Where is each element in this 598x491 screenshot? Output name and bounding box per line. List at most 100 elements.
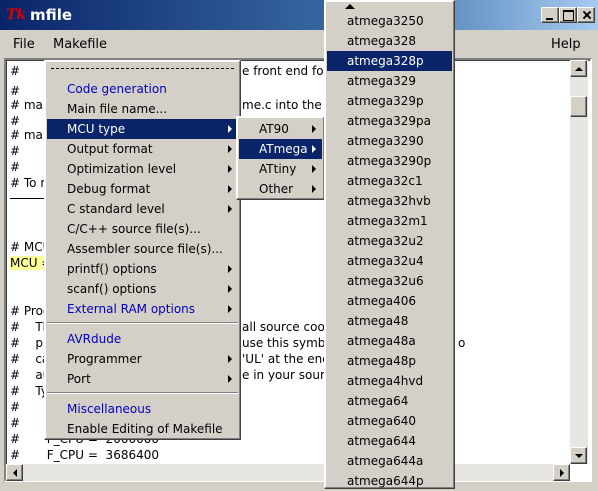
menu-item-atmega329[interactable]: atmega329 (327, 71, 452, 91)
menu-item-output-format[interactable]: Output format (47, 139, 238, 159)
menu-item-at90[interactable]: AT90 (239, 119, 322, 139)
menu-item-atmega644[interactable]: atmega644 (327, 431, 452, 451)
menu-item-atmega4hvd[interactable]: atmega4hvd (327, 371, 452, 391)
scroll-left-button[interactable] (6, 464, 23, 481)
submenu-arrow-icon (312, 125, 316, 133)
menu-item-atmega32hvb[interactable]: atmega32hvb (327, 191, 452, 211)
menu-makefile[interactable]: Makefile (53, 37, 107, 52)
menu-item-atmega32c1[interactable]: atmega32c1 (327, 171, 452, 191)
makefile-menu: Code generation Main file name... MCU ty… (44, 60, 241, 440)
menu-separator (47, 322, 238, 324)
menu-item-main-file-name[interactable]: Main file name... (47, 99, 238, 119)
menu-help-label: Help (551, 37, 581, 52)
menu-item-printf-options[interactable]: printf() options (47, 259, 238, 279)
menu-item-assembler-source-files[interactable]: Assembler source file(s)... (47, 239, 238, 259)
menu-file-label: File (13, 37, 35, 52)
code-line: # F_CPU = 3686400 (10, 448, 159, 462)
maximize-button[interactable] (559, 7, 577, 23)
submenu-arrow-icon (228, 185, 232, 193)
code-line: # Ty (10, 384, 48, 398)
menu-item-atmega[interactable]: ATmega (239, 139, 322, 159)
scroll-up-button[interactable] (570, 60, 587, 77)
arrow-up-icon (575, 63, 583, 71)
atmega-submenu: atmega3250 atmega328 atmega328p atmega329 at… (324, 0, 455, 489)
submenu-arrow-icon (228, 145, 232, 153)
code-fragment: o (458, 336, 466, 350)
vertical-scrollbar[interactable] (570, 60, 588, 464)
window-title: mfile (30, 6, 73, 24)
close-button[interactable] (577, 7, 595, 23)
title-bar (0, 0, 598, 30)
menu-item-atmega32m1[interactable]: atmega32m1 (327, 211, 452, 231)
menu-item-atmega328p[interactable]: atmega328p (327, 51, 452, 71)
menu-item-atmega3290[interactable]: atmega3290 (327, 131, 452, 151)
menu-item-atmega644a[interactable]: atmega644a (327, 451, 452, 471)
menu-item-optimization-level[interactable]: Optimization level (47, 159, 238, 179)
minimize-button[interactable] (541, 7, 559, 23)
horizontal-scrollbar[interactable] (6, 464, 570, 481)
menu-item-port[interactable]: Port (47, 369, 238, 389)
submenu-arrow-icon (228, 125, 232, 133)
menu-item-programmer[interactable]: Programmer (47, 349, 238, 369)
code-fragment: e in your sourc (242, 368, 332, 382)
scroll-right-button[interactable] (553, 464, 570, 481)
menu-item-atmega48[interactable]: atmega48 (327, 311, 452, 331)
submenu-arrow-icon (312, 165, 316, 173)
menu-item-atmega329pa[interactable]: atmega329pa (327, 111, 452, 131)
menu-item-code-generation[interactable]: Code generation (47, 79, 238, 99)
menu-item-atmega64[interactable]: atmega64 (327, 391, 452, 411)
code-line: # (10, 144, 21, 158)
menu-item-miscellaneous[interactable]: Miscellaneous (47, 399, 238, 419)
submenu-arrow-icon (312, 145, 316, 153)
menu-file[interactable]: File (13, 37, 35, 52)
code-fragment: all source coo (242, 320, 325, 334)
tearoff-line[interactable] (51, 68, 234, 69)
menu-item-other[interactable]: Other (239, 179, 322, 199)
code-fragment: 'UL' at the end (242, 352, 330, 366)
menu-item-atmega329p[interactable]: atmega329p (327, 91, 452, 111)
menu-help[interactable]: Help (551, 37, 581, 52)
menu-item-c-source-files[interactable]: C/C++ source file(s)... (47, 219, 238, 239)
code-line: # (10, 114, 21, 128)
menu-item-atmega406[interactable]: atmega406 (327, 291, 452, 311)
submenu-arrow-icon (228, 205, 232, 213)
submenu-arrow-icon (228, 165, 232, 173)
menu-makefile-label: Makefile (53, 37, 108, 52)
menu-item-atmega644p[interactable]: atmega644p (327, 471, 452, 491)
menu-item-scanf-options[interactable]: scanf() options (47, 279, 238, 299)
submenu-arrow-icon (228, 265, 232, 273)
mcu-type-submenu: AT90 ATmega ATtiny Other (236, 116, 325, 200)
arrow-right-icon (560, 469, 568, 477)
submenu-arrow-icon (228, 305, 232, 313)
menu-item-c-standard-level[interactable]: C standard level (47, 199, 238, 219)
code-line: # (10, 160, 21, 174)
scroll-down-button[interactable] (570, 447, 587, 464)
arrow-down-icon (575, 454, 583, 462)
submenu-arrow-icon (228, 375, 232, 383)
tk-app-icon: Tk (6, 7, 27, 23)
menu-separator (47, 392, 238, 394)
submenu-arrow-icon (228, 355, 232, 363)
menu-item-atmega3250[interactable]: atmega3250 (327, 11, 452, 31)
menu-item-atmega640[interactable]: atmega640 (327, 411, 452, 431)
code-line: # (10, 84, 21, 98)
menu-item-external-ram-options[interactable]: External RAM options (47, 299, 238, 319)
menu-item-enable-editing[interactable]: Enable Editing of Makefile (47, 419, 238, 439)
code-fragment: me.c into the a (242, 98, 333, 112)
menu-item-atmega328[interactable]: atmega328 (327, 31, 452, 51)
menu-item-atmega32u6[interactable]: atmega32u6 (327, 271, 452, 291)
menu-item-atmega48a[interactable]: atmega48a (327, 331, 452, 351)
submenu-arrow-icon (228, 285, 232, 293)
code-fragment: use this symbo (242, 336, 333, 350)
menu-item-atmega32u2[interactable]: atmega32u2 (327, 231, 452, 251)
menu-item-avrdude[interactable]: AVRdude (47, 329, 238, 349)
menu-item-atmega48p[interactable]: atmega48p (327, 351, 452, 371)
menu-item-atmega32u4[interactable]: atmega32u4 (327, 251, 452, 271)
menu-item-atmega3290p[interactable]: atmega3290p (327, 151, 452, 171)
menu-item-debug-format[interactable]: Debug format (47, 179, 238, 199)
menu-item-mcu-type[interactable]: MCU type (47, 119, 238, 139)
scroll-up-indicator-icon (345, 0, 355, 9)
submenu-arrow-icon (312, 185, 316, 193)
menu-item-attiny[interactable]: ATtiny (239, 159, 322, 179)
scroll-thumb[interactable] (570, 96, 587, 117)
